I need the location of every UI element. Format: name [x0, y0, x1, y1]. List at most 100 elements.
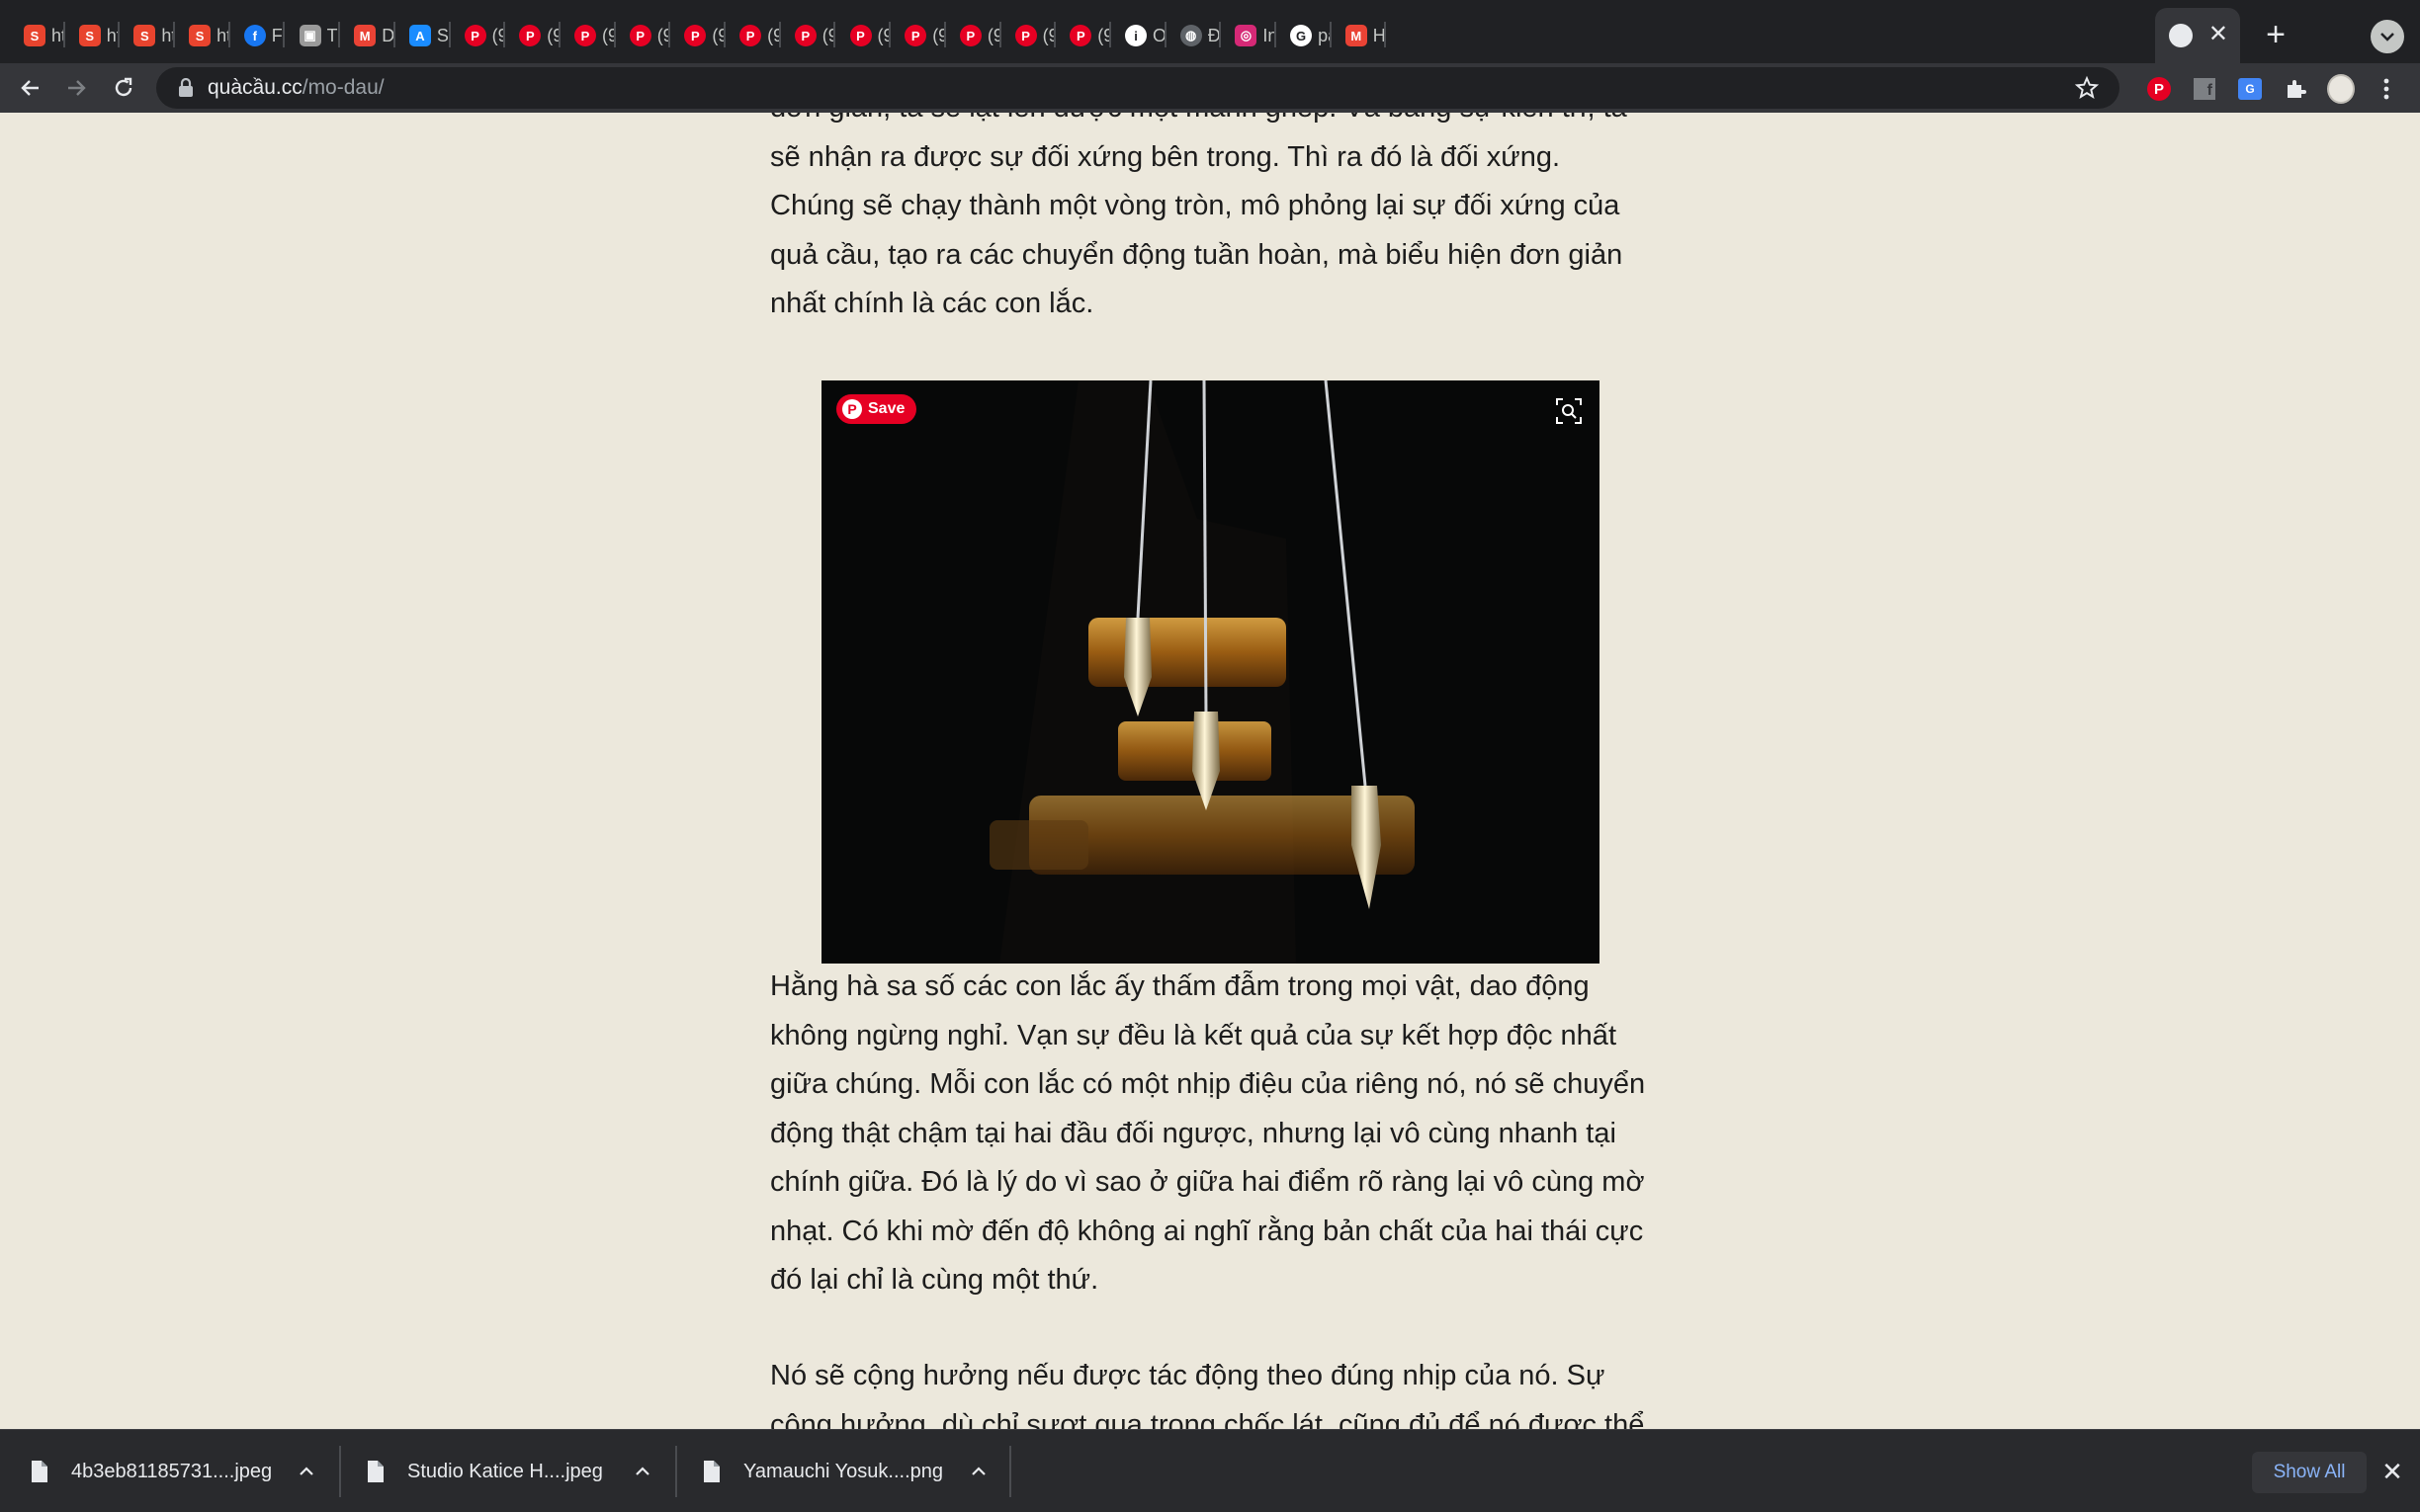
browser-tab[interactable]: P(9)	[1001, 8, 1057, 63]
bookmark-star-icon[interactable]	[2074, 75, 2100, 101]
menu-kebab-icon[interactable]	[2373, 75, 2400, 103]
browser-window: ShttpShttpShttpShttpfFac▣TiếMDovASlaP(9)…	[0, 0, 2420, 1512]
browser-tab[interactable]: ASla	[395, 8, 451, 63]
loading-icon	[2169, 24, 2193, 47]
translate-extension-icon[interactable]: G	[2236, 75, 2264, 103]
browser-tab[interactable]: Shttp	[120, 8, 176, 63]
lock-icon[interactable]	[176, 76, 196, 100]
browser-tab[interactable]: Shttp	[65, 8, 121, 63]
reload-icon	[115, 77, 132, 97]
article-paragraph: Nó sẽ cộng hưởng nếu được tác động theo …	[770, 1360, 1645, 1429]
browser-tab[interactable]: P(9)	[946, 8, 1001, 63]
browser-tab[interactable]: MDov	[340, 8, 395, 63]
download-shelf: 4b3eb81185731....jpeg Studio Katice H...…	[0, 1429, 2420, 1512]
divider	[1009, 1446, 1011, 1497]
file-icon	[32, 1461, 47, 1482]
browser-tab[interactable]: P(9)	[726, 8, 781, 63]
file-icon	[704, 1461, 720, 1482]
reload-button[interactable]	[105, 69, 142, 107]
pinterest-icon: P	[1014, 25, 1037, 46]
download-item[interactable]: Yamauchi Yosuk....png	[702, 1442, 998, 1501]
forward-button[interactable]	[57, 69, 95, 107]
back-button[interactable]	[12, 69, 49, 107]
browser-tab[interactable]: Gpau	[1276, 8, 1332, 63]
gmail-icon: M	[1344, 25, 1367, 46]
facebook-icon: f	[243, 25, 266, 46]
download-item[interactable]: 4b3eb81185731....jpeg	[30, 1442, 326, 1501]
browser-tab[interactable]: P(9)	[505, 8, 561, 63]
show-all-downloads-button[interactable]: Show All	[2252, 1452, 2367, 1493]
arrow-left-icon	[21, 80, 39, 96]
article-paragraph: đơn giản, ta sẽ lật lên được một mảnh gh…	[770, 113, 1627, 319]
browser-tab[interactable]: MHộ	[1332, 8, 1387, 63]
red-logo-icon: S	[24, 25, 45, 46]
pinterest-icon: P	[794, 25, 817, 46]
download-filename: Studio Katice H....jpeg	[407, 1460, 603, 1482]
chevron-down-icon	[2380, 33, 2394, 42]
browser-tab[interactable]: Shttp	[175, 8, 230, 63]
browser-tab[interactable]: iOnl	[1111, 8, 1167, 63]
pendulum-image[interactable]: P Save	[821, 380, 1599, 964]
url-host: quàcầu.cc	[208, 76, 302, 99]
tab-active[interactable]: ✕	[2155, 8, 2240, 63]
pinterest-icon: P	[574, 25, 596, 46]
new-tab-button[interactable]: +	[2258, 18, 2293, 53]
browser-tab[interactable]: P(9)	[670, 8, 727, 63]
page-content: đơn giản, ta sẽ lật lên được một mảnh gh…	[0, 113, 2420, 1429]
chevron-up-icon[interactable]	[297, 1462, 316, 1481]
download-filename: Yamauchi Yosuk....png	[743, 1460, 943, 1482]
divider	[339, 1446, 341, 1497]
globe-icon: ◍	[1179, 25, 1202, 46]
pinterest-icon: P	[464, 25, 486, 46]
pinterest-extension-icon[interactable]: P	[2145, 75, 2173, 103]
tab-search-button[interactable]	[2371, 20, 2404, 53]
facebook-extension-icon[interactable]: f	[2191, 75, 2218, 103]
browser-tab[interactable]: fFac	[230, 8, 286, 63]
chevron-up-icon[interactable]	[969, 1462, 989, 1481]
pinterest-icon: P	[849, 25, 872, 46]
browser-tab[interactable]: P(9)	[561, 8, 616, 63]
pinterest-icon: P	[684, 25, 707, 46]
tab-strip: ShttpShttpShttpShttpfFac▣TiếMDovASlaP(9)…	[0, 0, 2420, 63]
pinterest-save-button[interactable]: P Save	[836, 394, 917, 424]
browser-tab[interactable]: ▣Tiế	[286, 8, 341, 63]
browser-tab[interactable]: P(9)	[1056, 8, 1111, 63]
browser-tab[interactable]: P(9)	[616, 8, 671, 63]
download-filename: 4b3eb81185731....jpeg	[71, 1460, 273, 1482]
tab-separator	[1384, 22, 1387, 47]
pinterest-icon: P	[739, 25, 762, 46]
browser-tab[interactable]: P(9)	[891, 8, 946, 63]
browser-tab[interactable]: ◎Inst	[1221, 8, 1277, 63]
portrait-icon: ▣	[299, 25, 321, 46]
download-item[interactable]: Studio Katice H....jpeg	[366, 1442, 662, 1501]
file-icon	[368, 1461, 384, 1482]
profile-avatar[interactable]	[2327, 74, 2355, 104]
pinterest-icon: P	[842, 399, 862, 419]
info-icon: i	[1125, 25, 1147, 46]
browser-tab[interactable]: P(9)	[781, 8, 836, 63]
browser-tab[interactable]: Shttp	[10, 8, 65, 63]
extensions-puzzle-icon[interactable]	[2282, 75, 2309, 103]
browser-tab[interactable]: ◍Đọc	[1167, 8, 1222, 63]
address-bar[interactable]: quàcầu.cc/mo-dau/	[156, 67, 2119, 109]
red-logo-icon: S	[78, 25, 101, 46]
close-tab-icon[interactable]: ✕	[2208, 22, 2228, 47]
pendulum-photo	[821, 380, 1599, 964]
google-icon: G	[1290, 25, 1313, 46]
gmail-icon: M	[354, 25, 377, 46]
save-label: Save	[868, 400, 906, 417]
chevron-up-icon[interactable]	[633, 1462, 652, 1481]
pinterest-icon: P	[519, 25, 542, 46]
browser-tab[interactable]: P(9)	[451, 8, 506, 63]
pinterest-icon: P	[629, 25, 651, 46]
instagram-icon: ◎	[1235, 25, 1257, 46]
visual-search-icon[interactable]	[1554, 396, 1584, 426]
arrow-right-icon	[68, 80, 86, 96]
browser-tab[interactable]: P(9)	[836, 8, 892, 63]
article-paragraph: Hằng hà sa số các con lắc ấy thấm đẫm tr…	[770, 970, 1646, 1296]
red-logo-icon: S	[133, 25, 156, 46]
close-shelf-icon[interactable]: ✕	[2380, 1459, 2404, 1484]
divider	[675, 1446, 677, 1497]
red-logo-icon: S	[189, 25, 212, 46]
pinterest-icon: P	[905, 25, 927, 46]
